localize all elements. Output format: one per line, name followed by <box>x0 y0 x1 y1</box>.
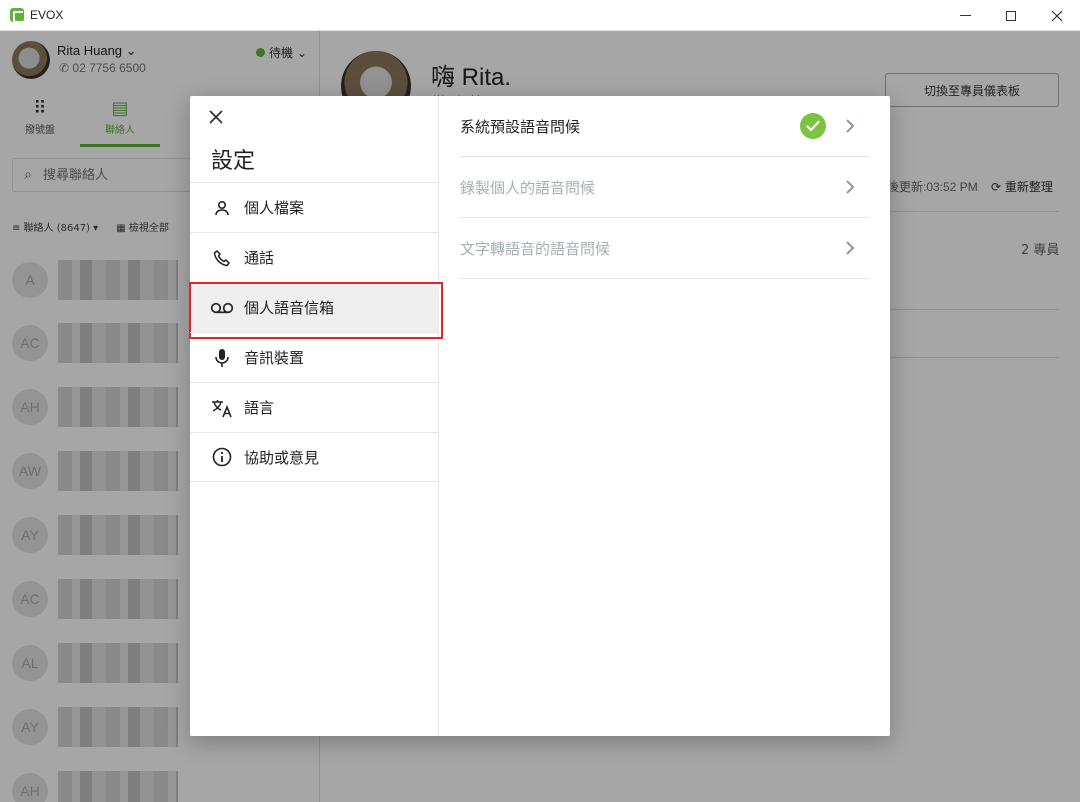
settings-menu-help[interactable]: 協助或意見 <box>190 432 439 482</box>
translate-icon <box>210 398 234 418</box>
chevron-right-icon <box>840 177 860 197</box>
close-icon <box>209 110 223 124</box>
settings-menu-audio-devices[interactable]: 音訊裝置 <box>190 332 439 382</box>
minimize-button[interactable] <box>942 0 988 31</box>
person-icon <box>210 199 234 217</box>
close-settings-button[interactable] <box>208 108 224 130</box>
settings-menu-voicemail[interactable]: 個人語音信箱 <box>189 282 443 339</box>
close-window-button[interactable] <box>1034 0 1080 31</box>
option-system-default-greeting[interactable]: 系統預設語音問候 <box>460 96 870 157</box>
settings-menu-profile[interactable]: 個人檔案 <box>190 182 439 232</box>
close-icon <box>1051 10 1063 21</box>
microphone-icon <box>210 348 234 368</box>
title-bar: EVOX <box>0 0 1080 31</box>
settings-menu: 個人檔案 通話 個人語音信箱 音訊裝置 語言 協助或意見 <box>189 182 443 482</box>
option-record-personal-greeting[interactable]: 錄製個人的語音問候 <box>460 157 870 218</box>
chevron-right-icon <box>840 238 860 258</box>
option-text-to-speech-greeting[interactable]: 文字轉語音的語音問候 <box>460 218 870 279</box>
evox-logo-icon <box>10 8 24 23</box>
window-title: EVOX <box>30 8 64 22</box>
phone-icon <box>210 249 234 267</box>
settings-menu-language[interactable]: 語言 <box>190 382 439 432</box>
chevron-right-icon <box>840 116 860 136</box>
maximize-button[interactable] <box>988 0 1034 31</box>
settings-title: 設定 <box>211 149 256 174</box>
settings-menu-calls[interactable]: 通話 <box>190 232 439 282</box>
info-icon <box>210 447 234 467</box>
settings-sidebar: 設定 個人檔案 通話 個人語音信箱 音訊裝置 語言 協助或意見 <box>189 96 443 736</box>
voicemail-icon <box>210 301 234 315</box>
settings-dialog: 設定 個人檔案 通話 個人語音信箱 音訊裝置 語言 協助或意見 系統預設語音問候… <box>189 96 890 736</box>
checkmark-icon <box>800 113 826 139</box>
voicemail-options: 系統預設語音問候 錄製個人的語音問候 文字轉語音的語音問候 <box>460 96 870 279</box>
